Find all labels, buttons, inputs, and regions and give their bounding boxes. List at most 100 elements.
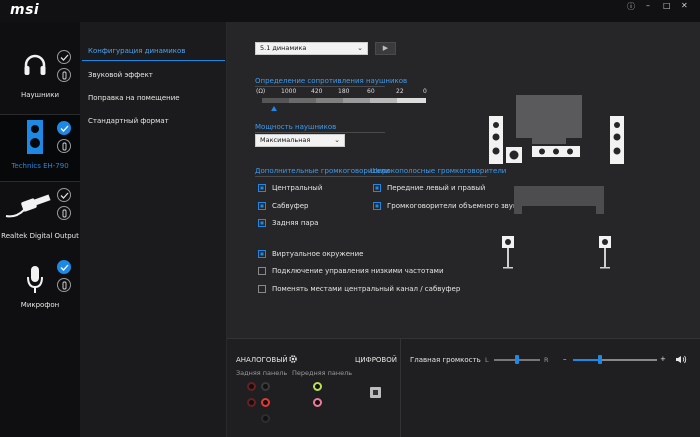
rear-pair-checkbox[interactable] xyxy=(258,219,266,227)
device-digital-output[interactable]: Realtek Digital Output xyxy=(0,182,80,252)
volume-plus-icon[interactable]: + xyxy=(660,355,666,363)
checkbox-label: Виртуальное окружение xyxy=(272,250,364,258)
section-divider xyxy=(255,176,487,177)
impedance-scale xyxy=(262,98,426,103)
speaker-icon xyxy=(27,120,43,154)
volume-slider-fill xyxy=(573,359,599,361)
play-icon: ▶ xyxy=(382,44,389,52)
device-label: Realtek Digital Output xyxy=(1,232,79,240)
front-headphone-jack[interactable] xyxy=(313,382,322,391)
device-settings-button[interactable] xyxy=(57,68,71,82)
rear-jack-active[interactable] xyxy=(261,398,270,407)
chevron-down-icon: ⌄ xyxy=(357,44,363,52)
center-speaker xyxy=(532,146,580,157)
speaker-layout-diagram xyxy=(489,95,624,269)
master-volume-label: Главная громкость xyxy=(410,356,481,364)
tick-label: 420 xyxy=(311,88,323,95)
balance-slider-handle[interactable] xyxy=(515,355,519,364)
speaker-config-select[interactable]: 5.1 динамика ⌄ xyxy=(255,42,368,55)
section-divider xyxy=(255,86,385,87)
front-right-speaker xyxy=(610,116,624,164)
device-speakers[interactable]: Technics EH-790 xyxy=(0,114,80,182)
checkbox-label: Сабвуфер xyxy=(272,202,309,210)
checkbox-label: Задняя пара xyxy=(272,219,319,227)
default-device-check[interactable] xyxy=(57,260,71,274)
default-device-check[interactable] xyxy=(57,50,71,64)
device-label: Микрофон xyxy=(20,301,60,309)
rear-right-speaker xyxy=(599,236,611,269)
center-speaker-checkbox[interactable] xyxy=(258,184,266,192)
headphones-icon xyxy=(24,54,46,75)
balance-right-label: R xyxy=(544,356,549,364)
section-divider xyxy=(255,132,385,133)
tick-label: 180 xyxy=(338,88,350,95)
device-label: Наушники xyxy=(20,91,59,99)
rear-jack[interactable] xyxy=(247,382,256,391)
subwoofer-speaker xyxy=(506,147,522,163)
headphone-power-select[interactable]: Максимальная ⌄ xyxy=(255,134,345,147)
volume-slider-handle[interactable] xyxy=(598,355,602,364)
default-device-check[interactable] xyxy=(57,188,71,202)
digital-label: ЦИФРОВОЙ xyxy=(355,356,397,364)
tick-label: 0 xyxy=(423,88,427,95)
tv-stand xyxy=(532,138,566,144)
optical-cable-icon xyxy=(5,194,51,218)
checkbox-label: Подключение управления низкими частотами xyxy=(272,267,444,275)
checkbox-label: Передние левый и правый xyxy=(387,184,486,192)
volume-minus-icon[interactable]: – xyxy=(563,355,567,363)
impedance-unit: (Ω) xyxy=(256,88,266,95)
impedance-slider-handle[interactable] xyxy=(271,106,277,111)
device-settings-button[interactable] xyxy=(57,278,71,292)
minimize-button[interactable]: – xyxy=(646,1,650,10)
bass-management-checkbox[interactable] xyxy=(258,267,266,275)
virtual-surround-checkbox[interactable] xyxy=(258,250,266,258)
optical-port-icon[interactable] xyxy=(370,387,381,398)
balance-left-label: L xyxy=(485,356,489,364)
front-panel-label: Передняя панель xyxy=(292,369,353,377)
device-label: Technics EH-790 xyxy=(11,162,69,170)
bottom-divider xyxy=(400,338,401,437)
title-bar: msi ⓘ – □ ✕ xyxy=(0,0,700,22)
front-lr-checkbox[interactable] xyxy=(373,184,381,192)
checkbox-label: Поменять местами центральный канал / саб… xyxy=(272,285,461,293)
sofa xyxy=(520,186,598,206)
impedance-title: Определение сопротивления наушников xyxy=(255,77,408,85)
msi-logo: msi xyxy=(10,2,40,18)
rear-jack[interactable] xyxy=(261,414,270,423)
power-title: Мощность наушников xyxy=(255,123,337,131)
device-settings-button[interactable] xyxy=(57,139,71,153)
surround-speakers-checkbox[interactable] xyxy=(373,202,381,210)
tick-label: 22 xyxy=(396,88,404,95)
tab-room-correction[interactable]: Поправка на помещение xyxy=(88,94,180,102)
rear-left-speaker xyxy=(502,236,514,269)
settings-nav: Конфигурация динамиков Звуковой эффект П… xyxy=(80,22,227,437)
tab-default-format[interactable]: Стандартный формат xyxy=(88,117,169,125)
checkbox-label: Центральный xyxy=(272,184,323,192)
device-sidebar: Наушники Technics EH-790 Realtek Digital… xyxy=(0,22,80,437)
device-headphones[interactable]: Наушники xyxy=(0,44,80,114)
tab-sound-effect[interactable]: Звуковой эффект xyxy=(88,71,153,79)
tv-screen xyxy=(516,95,582,138)
tab-speaker-config[interactable]: Конфигурация динамиков xyxy=(88,47,185,55)
active-tab-underline xyxy=(82,60,225,61)
gear-icon[interactable] xyxy=(288,354,298,364)
device-settings-button[interactable] xyxy=(57,206,71,220)
rear-jack[interactable] xyxy=(247,398,256,407)
speaker-volume-icon[interactable] xyxy=(675,355,687,364)
front-mic-jack[interactable] xyxy=(313,398,322,407)
front-left-speaker xyxy=(489,116,503,164)
rear-jack[interactable] xyxy=(261,382,270,391)
analog-label: АНАЛОГОВЫЙ xyxy=(236,356,288,364)
device-microphone[interactable]: Микрофон xyxy=(0,257,80,327)
chevron-down-icon: ⌄ xyxy=(334,136,340,144)
info-icon[interactable]: ⓘ xyxy=(627,1,635,12)
close-button[interactable]: ✕ xyxy=(681,1,688,10)
test-play-button[interactable]: ▶ xyxy=(375,42,396,55)
swap-center-sub-checkbox[interactable] xyxy=(258,285,266,293)
default-device-check[interactable] xyxy=(57,121,71,135)
rear-panel-label: Задняя панель xyxy=(236,369,288,377)
bottom-bar xyxy=(227,338,700,437)
tick-label: 60 xyxy=(367,88,375,95)
subwoofer-checkbox[interactable] xyxy=(258,202,266,210)
restore-button[interactable]: □ xyxy=(663,1,671,10)
